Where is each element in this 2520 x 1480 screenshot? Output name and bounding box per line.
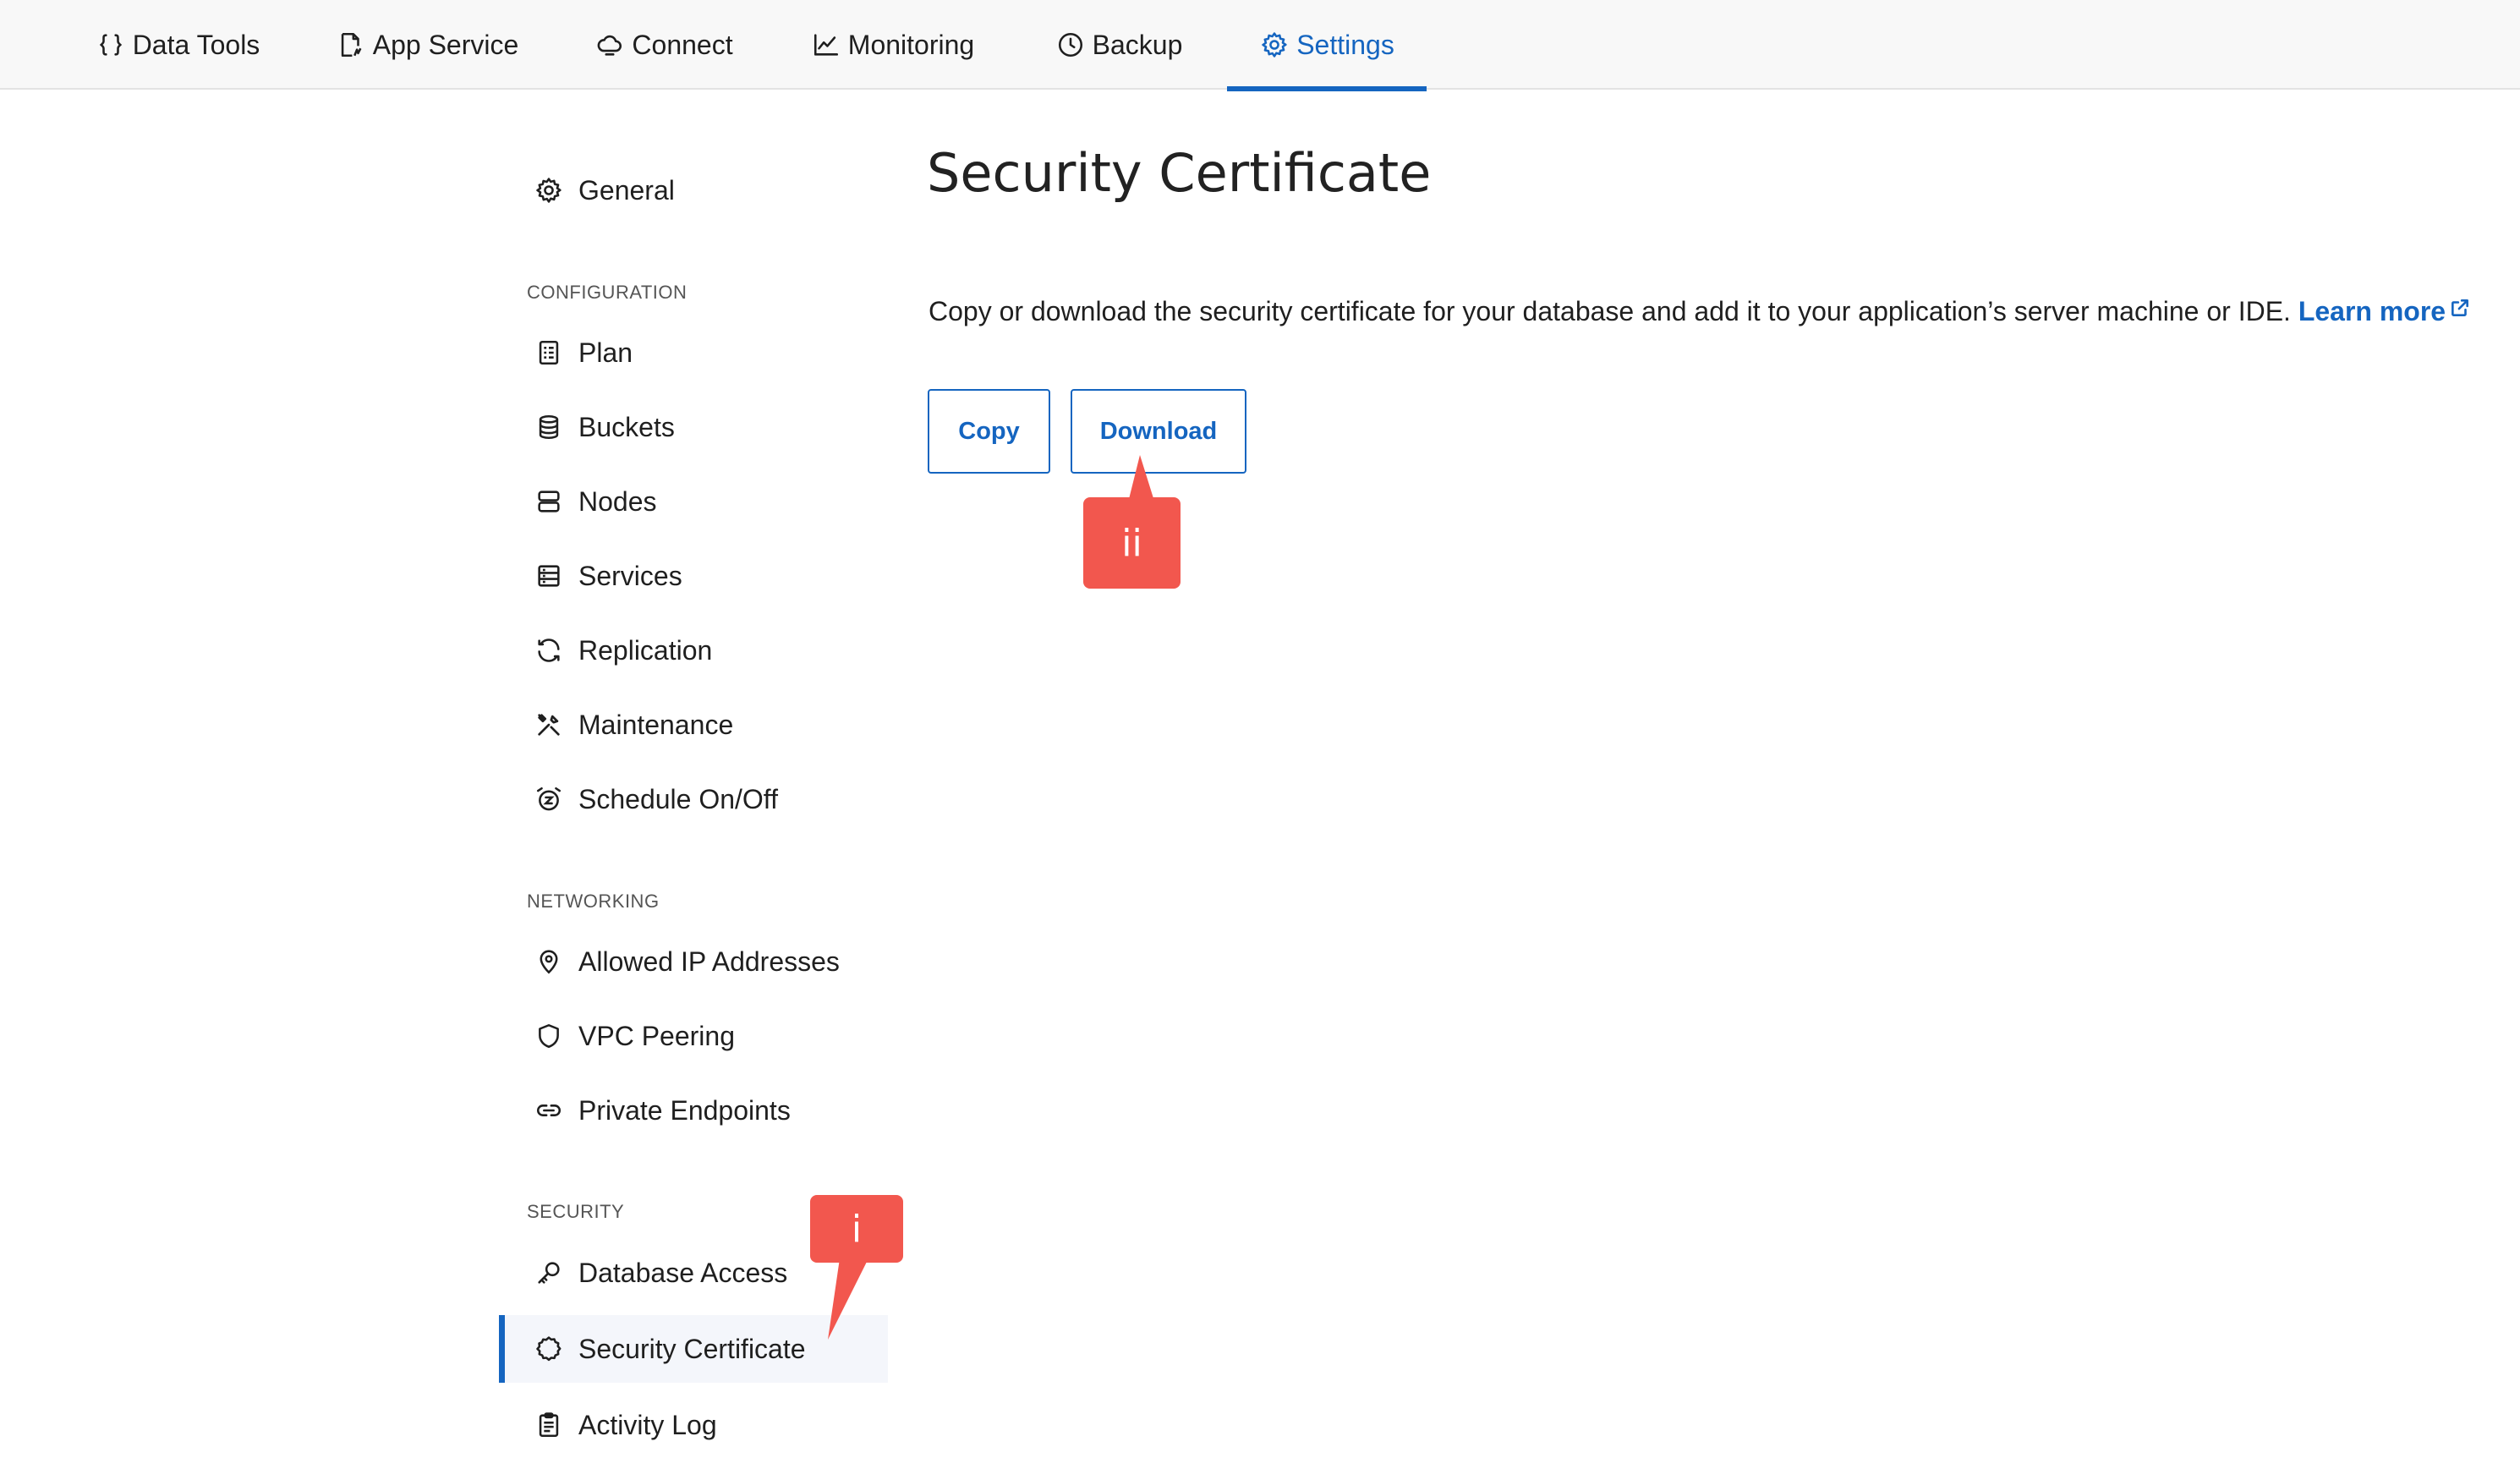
sidebar-item-general[interactable]: General bbox=[499, 156, 888, 224]
callout-i-pointer bbox=[828, 1258, 868, 1340]
page-title: Security Certificate bbox=[927, 142, 1432, 204]
gear-icon bbox=[1259, 30, 1290, 60]
description-text: Copy or download the security certificat… bbox=[929, 296, 2291, 326]
sidebar-item-services[interactable]: Services bbox=[499, 542, 888, 610]
sidebar-item-buckets[interactable]: Buckets bbox=[499, 393, 888, 461]
sidebar-item-label: General bbox=[578, 174, 675, 206]
tab-monitoring[interactable]: Monitoring bbox=[806, 0, 979, 90]
certificate-icon bbox=[533, 1333, 565, 1365]
sidebar-item-label: Services bbox=[578, 560, 682, 591]
sidebar-item-label: Buckets bbox=[578, 411, 675, 442]
learn-more-label: Learn more bbox=[2298, 296, 2446, 326]
clock-icon bbox=[1055, 30, 1086, 60]
section-label-networking: NETWORKING bbox=[527, 891, 660, 912]
tab-label: Settings bbox=[1296, 29, 1394, 60]
tab-label: Monitoring bbox=[847, 29, 975, 60]
sidebar-item-private-endpoints[interactable]: Private Endpoints bbox=[499, 1077, 888, 1144]
top-navigation: Data Tools App Service Connect Monitorin… bbox=[0, 0, 2520, 91]
callout-ii: ii bbox=[1083, 497, 1181, 589]
plan-icon bbox=[533, 337, 565, 369]
sidebar-item-plan[interactable]: Plan bbox=[499, 319, 888, 386]
section-label-security: SECURITY bbox=[527, 1201, 625, 1222]
sidebar-item-label: Allowed IP Addresses bbox=[578, 946, 840, 977]
braces-icon bbox=[96, 30, 126, 60]
sync-icon bbox=[533, 634, 565, 666]
sidebar-item-label: Database Access bbox=[578, 1257, 788, 1288]
tab-label: Backup bbox=[1092, 29, 1183, 60]
page: Data Tools App Service Connect Monitorin… bbox=[0, 0, 2520, 1480]
copy-button[interactable]: Copy bbox=[928, 389, 1050, 474]
tab-connect[interactable]: Connect bbox=[592, 0, 736, 90]
sidebar-item-label: Security Certificate bbox=[578, 1333, 806, 1364]
sidebar-item-label: VPC Peering bbox=[578, 1020, 735, 1051]
tab-backup[interactable]: Backup bbox=[1051, 0, 1186, 90]
sidebar-item-schedule[interactable]: Schedule On/Off bbox=[499, 765, 888, 833]
sidebar-item-label: Nodes bbox=[578, 485, 657, 517]
sidebar-item-activity-log[interactable]: Activity Log bbox=[499, 1391, 888, 1459]
sidebar-item-label: Schedule On/Off bbox=[578, 783, 778, 814]
shield-icon bbox=[533, 1020, 565, 1052]
sidebar-item-allowed-ip[interactable]: Allowed IP Addresses bbox=[499, 928, 888, 995]
sidebar-item-nodes[interactable]: Nodes bbox=[499, 468, 888, 535]
tab-settings[interactable]: Settings bbox=[1227, 0, 1427, 91]
location-pin-icon bbox=[533, 946, 565, 978]
database-icon bbox=[533, 411, 565, 443]
sidebar-item-vpc-peering[interactable]: VPC Peering bbox=[499, 1002, 888, 1070]
sidebar-item-label: Activity Log bbox=[578, 1409, 717, 1440]
nodes-icon bbox=[533, 485, 565, 518]
callout-i: i bbox=[810, 1195, 903, 1263]
sidebar-item-maintenance[interactable]: Maintenance bbox=[499, 691, 888, 759]
section-label-configuration: CONFIGURATION bbox=[527, 282, 688, 303]
tab-label: Connect bbox=[632, 29, 733, 60]
sidebar-item-label: Private Endpoints bbox=[578, 1094, 791, 1126]
tab-label: App Service bbox=[372, 29, 519, 60]
alarm-clock-icon bbox=[533, 783, 565, 815]
chart-line-icon bbox=[811, 30, 841, 60]
app-service-icon bbox=[336, 30, 366, 60]
link-icon bbox=[533, 1094, 565, 1126]
sidebar-item-label: Replication bbox=[578, 634, 713, 666]
services-icon bbox=[533, 560, 565, 592]
tab-label: Data Tools bbox=[132, 29, 260, 60]
tab-data-tools[interactable]: Data Tools bbox=[93, 0, 262, 90]
external-link-icon bbox=[2452, 299, 2469, 316]
sidebar-item-replication[interactable]: Replication bbox=[499, 617, 888, 684]
learn-more-link[interactable]: Learn more bbox=[2298, 296, 2471, 326]
gear-icon bbox=[533, 174, 565, 206]
cloud-connect-icon bbox=[594, 30, 625, 60]
tab-app-service[interactable]: App Service bbox=[334, 0, 520, 90]
clipboard-icon bbox=[533, 1409, 565, 1441]
tools-icon bbox=[533, 709, 565, 741]
sidebar-item-label: Maintenance bbox=[578, 709, 734, 740]
description: Copy or download the security certificat… bbox=[929, 296, 2471, 327]
sidebar-item-label: Plan bbox=[578, 337, 633, 368]
key-icon bbox=[533, 1257, 565, 1289]
